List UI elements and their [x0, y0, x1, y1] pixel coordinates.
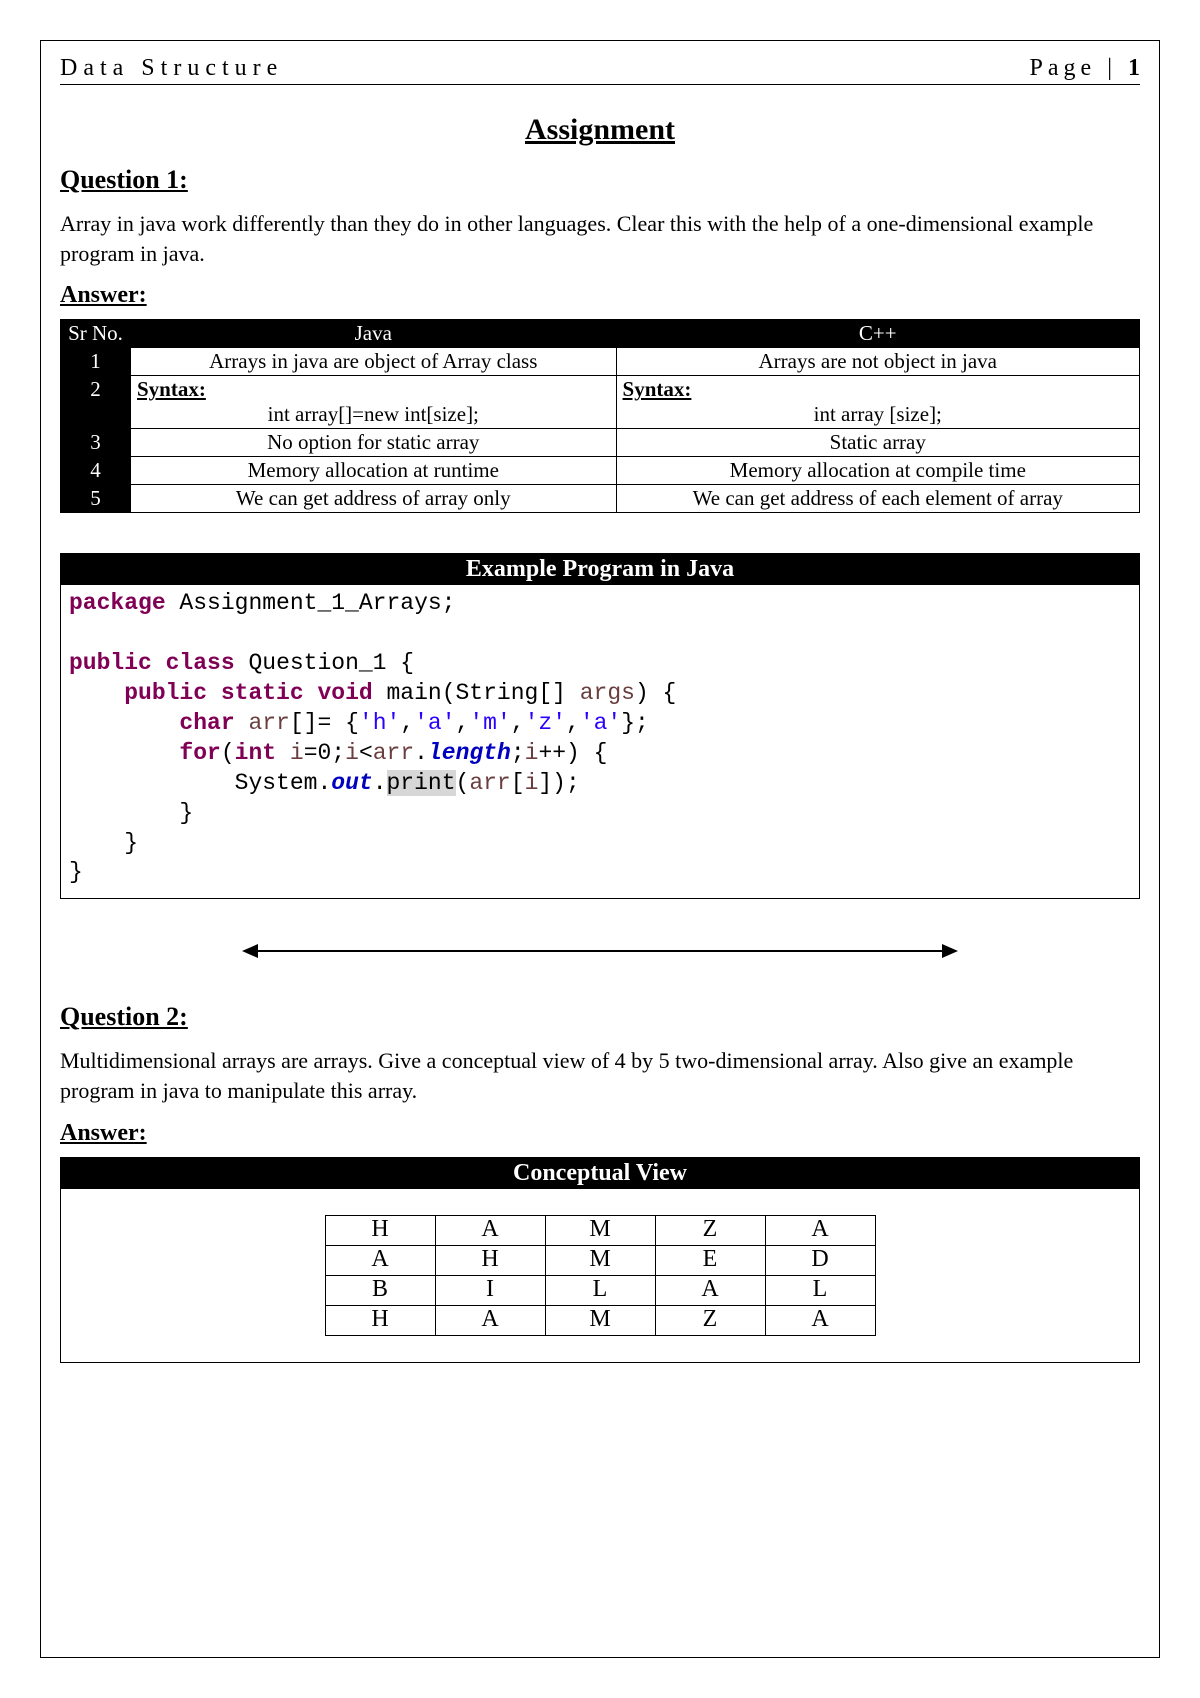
grid-cell: E [655, 1245, 765, 1275]
grid-cell: M [545, 1305, 655, 1335]
conceptual-view-bar: Conceptual View [61, 1158, 1139, 1189]
cell-cpp: We can get address of each element of ar… [616, 485, 1139, 513]
question-2-text: Multidimensional arrays are arrays. Give… [60, 1046, 1140, 1105]
grid-row: H A M Z A [325, 1215, 875, 1245]
cell-java: We can get address of array only [131, 485, 617, 513]
cell-sr: 5 [61, 485, 131, 513]
conceptual-grid: H A M Z A A H M E D B I L A [325, 1215, 876, 1336]
page-number: 1 [1128, 55, 1140, 81]
example-program-box: Example Program in Java package Assignme… [60, 553, 1140, 899]
grid-cell: A [435, 1215, 545, 1245]
grid-cell: D [765, 1245, 875, 1275]
grid-row: A H M E D [325, 1245, 875, 1275]
syntax-code: int array [size]; [623, 402, 1133, 427]
grid-cell: A [765, 1215, 875, 1245]
double-arrow [60, 939, 1140, 968]
th-srno: Sr No. [61, 320, 131, 348]
table-row: 2 Syntax: int array[]=new int[size]; Syn… [61, 376, 1140, 429]
grid-cell: L [545, 1275, 655, 1305]
page-content: Data Structure Page | 1 Assignment Quest… [60, 55, 1140, 1638]
grid-cell: A [325, 1245, 435, 1275]
page-sep: | [1096, 55, 1128, 81]
grid-cell: I [435, 1275, 545, 1305]
grid-row: H A M Z A [325, 1305, 875, 1335]
grid-cell: M [545, 1245, 655, 1275]
comparison-table: Sr No. Java C++ 1 Arrays in java are obj… [60, 319, 1140, 513]
th-java: Java [131, 320, 617, 348]
cell-sr: 4 [61, 457, 131, 485]
conceptual-view-inner: H A M Z A A H M E D B I L A [61, 1189, 1139, 1362]
document-title: Assignment [60, 113, 1140, 147]
table-row: 3 No option for static array Static arra… [61, 429, 1140, 457]
header-subject: Data Structure [60, 55, 283, 82]
grid-cell: H [435, 1245, 545, 1275]
cell-sr: 3 [61, 429, 131, 457]
grid-cell: A [765, 1305, 875, 1335]
syntax-label: Syntax: [623, 377, 692, 401]
question-2-heading: Question 2: [60, 1002, 1140, 1032]
question-1-heading: Question 1: [60, 165, 1140, 195]
cell-cpp: Syntax: int array [size]; [616, 376, 1139, 429]
grid-cell: Z [655, 1215, 765, 1245]
grid-cell: Z [655, 1305, 765, 1335]
syntax-code: int array[]=new int[size]; [137, 402, 610, 427]
cell-java: No option for static array [131, 429, 617, 457]
table-header-row: Sr No. Java C++ [61, 320, 1140, 348]
question-1-text: Array in java work differently than they… [60, 209, 1140, 268]
table-row: 5 We can get address of array only We ca… [61, 485, 1140, 513]
double-arrow-icon [240, 939, 960, 963]
grid-cell: L [765, 1275, 875, 1305]
table-row: 4 Memory allocation at runtime Memory al… [61, 457, 1140, 485]
cell-java: Syntax: int array[]=new int[size]; [131, 376, 617, 429]
cell-cpp: Memory allocation at compile time [616, 457, 1139, 485]
example-program-bar: Example Program in Java [61, 554, 1139, 585]
conceptual-view-box: Conceptual View H A M Z A A H M E D [60, 1157, 1140, 1363]
cell-sr: 2 [61, 376, 131, 429]
grid-cell: M [545, 1215, 655, 1245]
grid-cell: A [435, 1305, 545, 1335]
code-block: package Assignment_1_Arrays; public clas… [61, 585, 1139, 898]
grid-cell: A [655, 1275, 765, 1305]
grid-cell: H [325, 1305, 435, 1335]
cell-sr: 1 [61, 348, 131, 376]
cell-cpp: Arrays are not object in java [616, 348, 1139, 376]
grid-row: B I L A L [325, 1275, 875, 1305]
page-header: Data Structure Page | 1 [60, 55, 1140, 85]
grid-cell: B [325, 1275, 435, 1305]
table-row: 1 Arrays in java are object of Array cla… [61, 348, 1140, 376]
cell-java: Arrays in java are object of Array class [131, 348, 617, 376]
page-label: Page [1030, 55, 1097, 81]
header-page: Page | 1 [1030, 55, 1140, 82]
answer-2-heading: Answer: [60, 1120, 1140, 1147]
grid-cell: H [325, 1215, 435, 1245]
cell-java: Memory allocation at runtime [131, 457, 617, 485]
th-cpp: C++ [616, 320, 1139, 348]
cell-cpp: Static array [616, 429, 1139, 457]
answer-1-heading: Answer: [60, 282, 1140, 309]
syntax-label: Syntax: [137, 377, 206, 401]
